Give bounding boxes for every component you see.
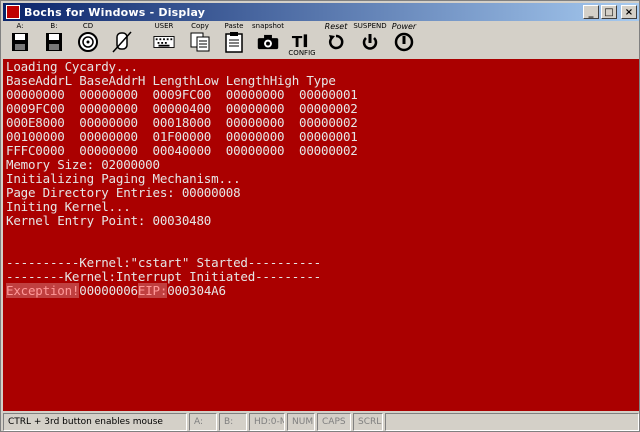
console-line: Initing Kernel... bbox=[6, 199, 131, 214]
console-line: ----------Kernel:"cstart" Started-------… bbox=[6, 255, 322, 270]
snapshot-button[interactable]: snapshot bbox=[251, 22, 285, 58]
keyboard-icon bbox=[153, 31, 175, 53]
exception-label: Exception! bbox=[6, 283, 80, 298]
console-line: Memory Size: 02000000 bbox=[6, 157, 160, 172]
eip-value: 000304A6 bbox=[167, 283, 226, 298]
status-floppy-b: B: bbox=[219, 413, 247, 431]
power-button[interactable]: Power bbox=[389, 22, 419, 58]
status-floppy-a: A: bbox=[189, 413, 217, 431]
copy-icon bbox=[189, 31, 211, 53]
power-icon bbox=[393, 31, 415, 53]
console-line: BaseAddrL BaseAddrH LengthLow LengthHigh… bbox=[6, 73, 336, 88]
paste-button[interactable]: Paste bbox=[221, 22, 247, 58]
status-scroll-lock: SCRL bbox=[353, 413, 383, 431]
mouse-icon bbox=[111, 31, 133, 53]
vga-display[interactable]: Loading Cycardy... BaseAddrL BaseAddrH L… bbox=[3, 59, 639, 411]
paste-icon bbox=[223, 31, 245, 53]
power-label: Power bbox=[391, 22, 417, 31]
status-num-lock: NUM bbox=[287, 413, 315, 431]
reset-icon bbox=[325, 31, 347, 53]
user-button[interactable]: USER bbox=[149, 22, 179, 58]
cdrom-button[interactable]: CD bbox=[75, 22, 101, 58]
status-empty-panel bbox=[385, 413, 639, 431]
status-hard-disk: HD:0-M bbox=[249, 413, 285, 431]
console-line: 00000000 00000000 0009FC00 00000000 0000… bbox=[6, 87, 358, 102]
minimize-button[interactable]: _ bbox=[583, 5, 599, 19]
window-controls: _ □ × bbox=[583, 5, 637, 19]
exception-line: Exception!00000006EIP:000304A6 bbox=[6, 283, 226, 298]
bochs-window: Bochs for Windows - Display _ □ × A: B: … bbox=[0, 0, 640, 432]
cdrom-label: CD bbox=[82, 22, 94, 30]
floppy-a-button[interactable]: A: bbox=[7, 22, 33, 58]
status-bar: CTRL + 3rd button enables mouse A: B: HD… bbox=[3, 413, 639, 431]
user-label: USER bbox=[154, 22, 174, 30]
console-line: 0009FC00 00000000 00000400 00000000 0000… bbox=[6, 101, 358, 116]
window-title: Bochs for Windows - Display bbox=[24, 5, 206, 19]
console-line: Loading Cycardy... bbox=[6, 59, 138, 74]
console-line: Kernel Entry Point: 00030480 bbox=[6, 213, 212, 228]
floppy-a-label: A: bbox=[16, 22, 24, 30]
config-label: CONFIG bbox=[288, 49, 316, 57]
close-button[interactable]: × bbox=[621, 5, 637, 19]
reset-label: Reset bbox=[324, 22, 348, 31]
console-line: Initializing Paging Mechanism... bbox=[6, 171, 241, 186]
cdrom-icon bbox=[77, 31, 99, 53]
suspend-label: SUSPEND bbox=[353, 22, 387, 30]
floppy-disk-icon bbox=[43, 31, 65, 53]
maximize-button[interactable]: □ bbox=[601, 5, 617, 19]
suspend-button[interactable]: SUSPEND bbox=[353, 22, 387, 58]
paste-label: Paste bbox=[224, 22, 244, 30]
toolbar: A: B: CD USER Copy Paste snapshot T CONF… bbox=[3, 22, 639, 58]
exception-code: 00000006 bbox=[79, 283, 138, 298]
copy-button[interactable]: Copy bbox=[187, 22, 213, 58]
app-icon bbox=[6, 5, 20, 19]
title-bar[interactable]: Bochs for Windows - Display _ □ × bbox=[3, 3, 639, 21]
config-button[interactable]: T CONFIG bbox=[287, 22, 317, 58]
console-line: --------Kernel:Interrupt Initiated------… bbox=[6, 269, 322, 284]
camera-icon bbox=[257, 31, 279, 53]
console-line: 000E8000 00000000 00018000 00000000 0000… bbox=[6, 115, 358, 130]
mouse-toggle-button[interactable] bbox=[107, 22, 137, 58]
reset-button[interactable]: Reset bbox=[321, 22, 351, 58]
console-line: 00100000 00000000 01F00000 00000000 0000… bbox=[6, 129, 358, 144]
suspend-icon bbox=[359, 31, 381, 53]
snapshot-label: snapshot bbox=[252, 22, 284, 30]
floppy-b-button[interactable]: B: bbox=[41, 22, 67, 58]
floppy-b-label: B: bbox=[50, 22, 58, 30]
console-line: Page Directory Entries: 00000008 bbox=[6, 185, 241, 200]
status-mouse-hint: CTRL + 3rd button enables mouse bbox=[3, 413, 187, 431]
status-caps-lock: CAPS bbox=[317, 413, 351, 431]
eip-label: EIP: bbox=[137, 283, 168, 298]
floppy-disk-icon bbox=[9, 31, 31, 53]
console-line: FFFC0000 00000000 00040000 00000000 0000… bbox=[6, 143, 358, 158]
copy-label: Copy bbox=[191, 22, 209, 30]
